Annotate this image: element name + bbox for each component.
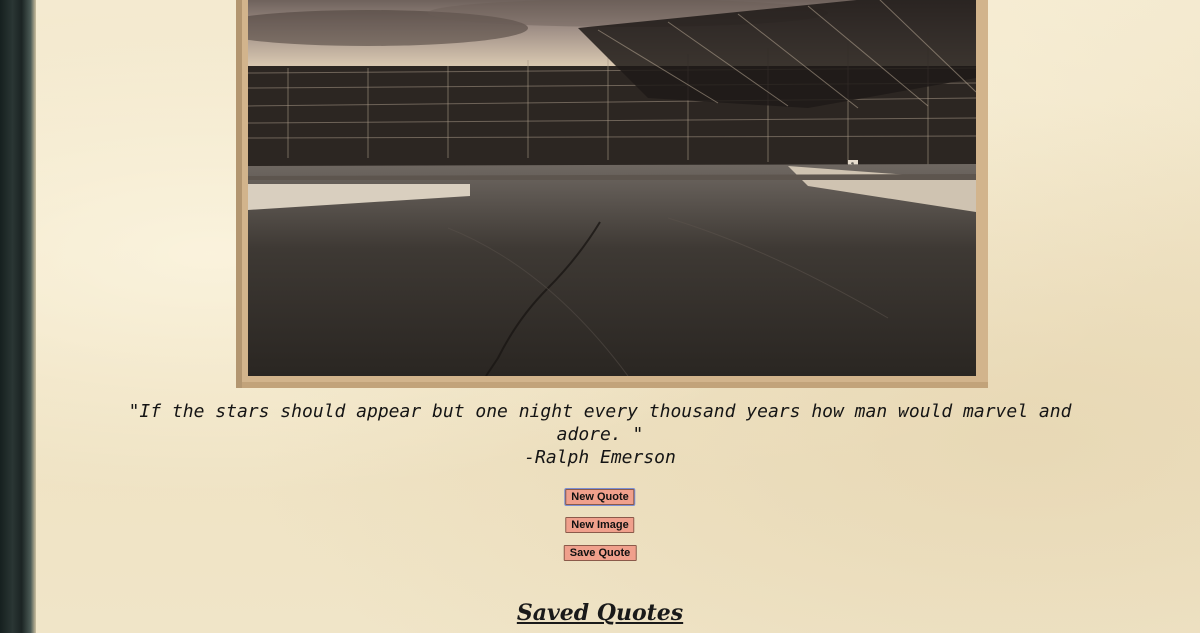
new-quote-button[interactable]: New Quote <box>565 489 635 505</box>
saved-quotes-heading: Saved Quotes <box>516 600 684 626</box>
quote-text: "If the stars should appear but one nigh… <box>128 401 1072 445</box>
quote-block: "If the stars should appear but one nigh… <box>120 400 1080 469</box>
quote-author: -Ralph Emerson <box>524 447 676 468</box>
left-border-strip <box>0 0 36 633</box>
racetrack-photo: 1 <box>248 0 976 376</box>
new-image-button[interactable]: New Image <box>565 517 635 533</box>
save-quote-button[interactable]: Save Quote <box>563 545 637 561</box>
